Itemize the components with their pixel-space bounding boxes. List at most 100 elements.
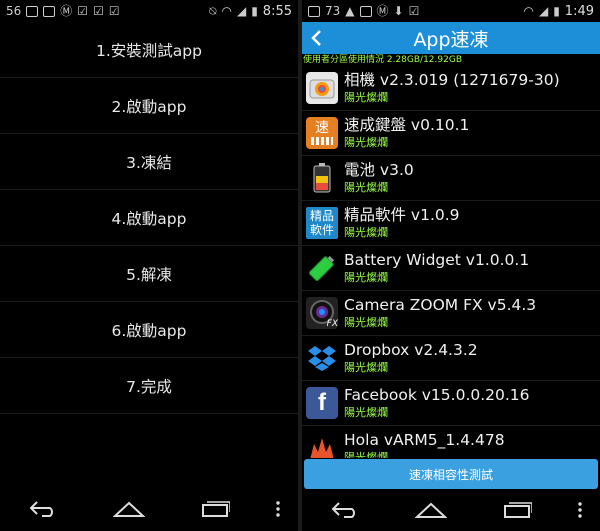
step-item[interactable]: 2.啟動app <box>0 78 298 134</box>
step-list: 1.安裝測試app 2.啟動app 3.凍結 4.啟動app 5.解凍 6.啟動… <box>0 22 298 414</box>
app-developer: 陽光燦爛 <box>344 181 388 194</box>
navigation-bar <box>0 487 298 531</box>
overflow-dots-icon <box>578 502 582 518</box>
status-bar: 73 ▲ Ⓜ ⬇ ☑ ◠ ◢ ▮ 1:49 <box>302 0 600 22</box>
recents-icon <box>202 501 230 517</box>
action-bar: App速凍 <box>302 22 600 54</box>
battery-icon: ▮ <box>553 4 560 18</box>
back-nav-button[interactable] <box>315 492 375 528</box>
check-bag-icon: ☑ <box>77 4 89 18</box>
wifi-icon: ◠ <box>523 4 534 18</box>
page-title: App速凍 <box>413 28 489 51</box>
mail-icon <box>26 5 39 17</box>
image-icon <box>308 5 320 17</box>
home-icon <box>113 501 145 517</box>
app-developer: 陽光燦爛 <box>344 226 388 239</box>
home-icon <box>415 502 447 518</box>
app-name: Hola vARM5_1.4.478 <box>344 431 505 449</box>
camera-app-icon <box>306 72 338 104</box>
download-icon: ⬇ <box>393 4 404 18</box>
app-developer: 陽光燦爛 <box>344 406 388 419</box>
dropbox-icon <box>306 342 338 374</box>
step-item[interactable]: 3.凍結 <box>0 134 298 190</box>
app-list: 相機 v2.3.019 (1271679-30) 陽光燦爛 速 速成鍵盤 v0.… <box>302 66 600 458</box>
app-list-item[interactable]: Battery Widget v1.0.0.1 陽光燦爛 <box>302 246 600 291</box>
motorola-icon: Ⓜ <box>60 4 73 18</box>
step-item[interactable]: 1.安裝測試app <box>0 22 298 78</box>
fx-label: FX <box>326 319 338 329</box>
left-screen: 56 Ⓜ ☑ ☑ ☑ ⍉ ◠ ◢ ▮ 8:55 1.安裝測試app 2.啟動ap… <box>0 0 298 531</box>
notification-count: 73 <box>325 4 341 18</box>
check-bag-icon: ☑ <box>93 4 104 18</box>
notification-count: 56 <box>6 4 22 18</box>
recents-nav-button[interactable] <box>487 492 547 528</box>
mail-icon <box>359 5 372 17</box>
storage-usage: 使用者分區使用情況 2.28GB/12.92GB <box>303 55 462 65</box>
back-nav-button[interactable] <box>13 491 73 527</box>
navigation-bar <box>302 489 600 531</box>
overflow-menu-button[interactable] <box>573 492 587 528</box>
overflow-menu-button[interactable] <box>271 491 285 527</box>
image-icon <box>43 5 56 17</box>
facebook-icon: f <box>306 387 338 419</box>
app-developer: 陽光燦爛 <box>344 361 388 374</box>
step-item[interactable]: 4.啟動app <box>0 190 298 246</box>
app-name: Facebook v15.0.0.20.16 <box>344 386 530 404</box>
home-nav-button[interactable] <box>401 492 461 528</box>
hola-icon <box>306 432 338 458</box>
step-item[interactable]: 7.完成 <box>0 358 298 414</box>
keyboard-app-icon: 速 <box>306 117 338 149</box>
step-item[interactable]: 5.解凍 <box>0 246 298 302</box>
check-bag-icon: ☑ <box>408 4 420 18</box>
compatibility-test-button[interactable]: 速凍相容性測試 <box>304 459 598 489</box>
camera-zoom-fx-icon: FX <box>306 297 338 329</box>
app-name: 速成鍵盤 v0.10.1 <box>344 116 470 134</box>
back-button[interactable] <box>302 22 330 54</box>
signal-icon: ◢ <box>236 4 247 18</box>
app-list-item[interactable]: 相機 v2.3.019 (1271679-30) 陽光燦爛 <box>302 66 600 111</box>
status-bar: 56 Ⓜ ☑ ☑ ☑ ⍉ ◠ ◢ ▮ 8:55 <box>0 0 298 22</box>
app-name: 精品軟件 v1.0.9 <box>344 206 460 224</box>
overflow-dots-icon <box>276 501 280 517</box>
battery-widget-icon <box>306 252 338 284</box>
recents-nav-button[interactable] <box>185 491 245 527</box>
wifi-icon: ◠ <box>221 4 232 18</box>
mute-icon: ⍉ <box>209 4 217 18</box>
battery-app-icon <box>306 162 338 194</box>
app-name: 電池 v3.0 <box>344 161 414 179</box>
app-list-item[interactable]: 速 速成鍵盤 v0.10.1 陽光燦爛 <box>302 111 600 156</box>
software-icon-top: 精品 <box>309 209 334 223</box>
recents-icon <box>504 502 532 518</box>
signal-icon: ◢ <box>538 4 549 18</box>
battery-icon: ▮ <box>251 4 258 18</box>
clock: 1:49 <box>564 3 594 19</box>
app-developer: 陽光燦爛 <box>344 136 388 149</box>
app-name: Dropbox v2.4.3.2 <box>344 341 478 359</box>
clock: 8:55 <box>262 3 292 19</box>
app-developer: 陽光燦爛 <box>344 451 388 458</box>
right-screen: 73 ▲ Ⓜ ⬇ ☑ ◠ ◢ ▮ 1:49 App速凍 使用者分區使用情況 2.… <box>302 0 600 531</box>
back-arrow-icon <box>331 502 355 518</box>
app-name: 相機 v2.3.019 (1271679-30) <box>344 71 560 89</box>
app-list-item[interactable]: 電池 v3.0 陽光燦爛 <box>302 156 600 201</box>
home-nav-button[interactable] <box>99 491 159 527</box>
app-list-item[interactable]: 精品 軟件 精品軟件 v1.0.9 陽光燦爛 <box>302 201 600 246</box>
app-developer: 陽光燦爛 <box>344 271 388 284</box>
app-list-item[interactable]: f Facebook v15.0.0.20.16 陽光燦爛 <box>302 381 600 426</box>
keyboard-keys-icon <box>311 137 333 145</box>
step-item[interactable]: 6.啟動app <box>0 302 298 358</box>
motorola-icon: Ⓜ <box>376 4 389 18</box>
app-list-item[interactable]: Hola vARM5_1.4.478 陽光燦爛 <box>302 426 600 458</box>
app-list-item[interactable]: Dropbox v2.4.3.2 陽光燦爛 <box>302 336 600 381</box>
app-developer: 陽光燦爛 <box>344 91 388 104</box>
app-name: Camera ZOOM FX v5.4.3 <box>344 296 537 314</box>
back-arrow-icon <box>29 501 53 517</box>
app-name: Battery Widget v1.0.0.1 <box>344 251 530 269</box>
software-store-icon: 精品 軟件 <box>306 207 338 239</box>
software-icon-bottom: 軟件 <box>309 223 334 237</box>
chevron-left-icon <box>311 30 321 46</box>
app-list-item[interactable]: FX Camera ZOOM FX v5.4.3 陽光燦爛 <box>302 291 600 336</box>
facebook-f-glyph: f <box>318 389 326 416</box>
check-bag-icon: ☑ <box>108 4 120 18</box>
app-developer: 陽光燦爛 <box>344 316 388 329</box>
